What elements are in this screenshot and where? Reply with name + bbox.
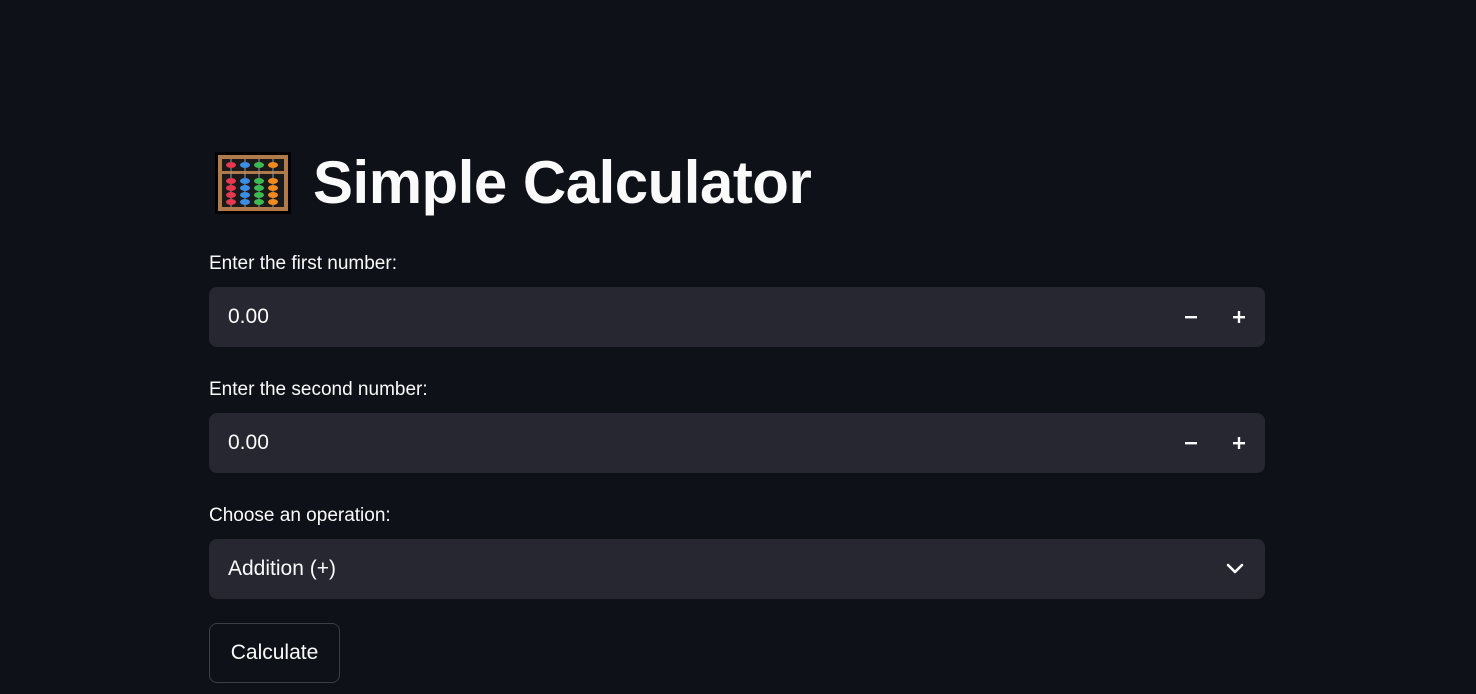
chevron-down-icon <box>1226 563 1244 574</box>
second-number-value[interactable]: 0.00 <box>209 413 1167 473</box>
app-root: Simple Calculator Enter the first number… <box>0 0 1476 694</box>
second-number-decrement-button[interactable] <box>1167 413 1215 473</box>
calculate-button[interactable]: Calculate <box>209 623 340 683</box>
page-title: Simple Calculator <box>313 149 812 216</box>
operation-dropdown-toggle[interactable] <box>1205 539 1265 599</box>
first-number-value[interactable]: 0.00 <box>209 287 1167 347</box>
abacus-icon <box>215 152 291 214</box>
first-number-label: Enter the first number: <box>209 253 397 274</box>
operation-label: Choose an operation: <box>209 505 391 526</box>
first-number-decrement-button[interactable] <box>1167 287 1215 347</box>
operation-selected-value: Addition (+) <box>228 557 336 580</box>
page-header: Simple Calculator <box>215 148 812 218</box>
plus-icon <box>1233 437 1245 449</box>
minus-icon <box>1185 442 1197 445</box>
operation-select[interactable]: Addition (+) <box>209 539 1265 599</box>
second-number-input[interactable]: 0.00 <box>209 413 1265 473</box>
second-number-increment-button[interactable] <box>1215 413 1263 473</box>
second-number-label: Enter the second number: <box>209 379 428 400</box>
minus-icon <box>1185 316 1197 319</box>
plus-icon <box>1233 311 1245 323</box>
first-number-increment-button[interactable] <box>1215 287 1263 347</box>
first-number-input[interactable]: 0.00 <box>209 287 1265 347</box>
